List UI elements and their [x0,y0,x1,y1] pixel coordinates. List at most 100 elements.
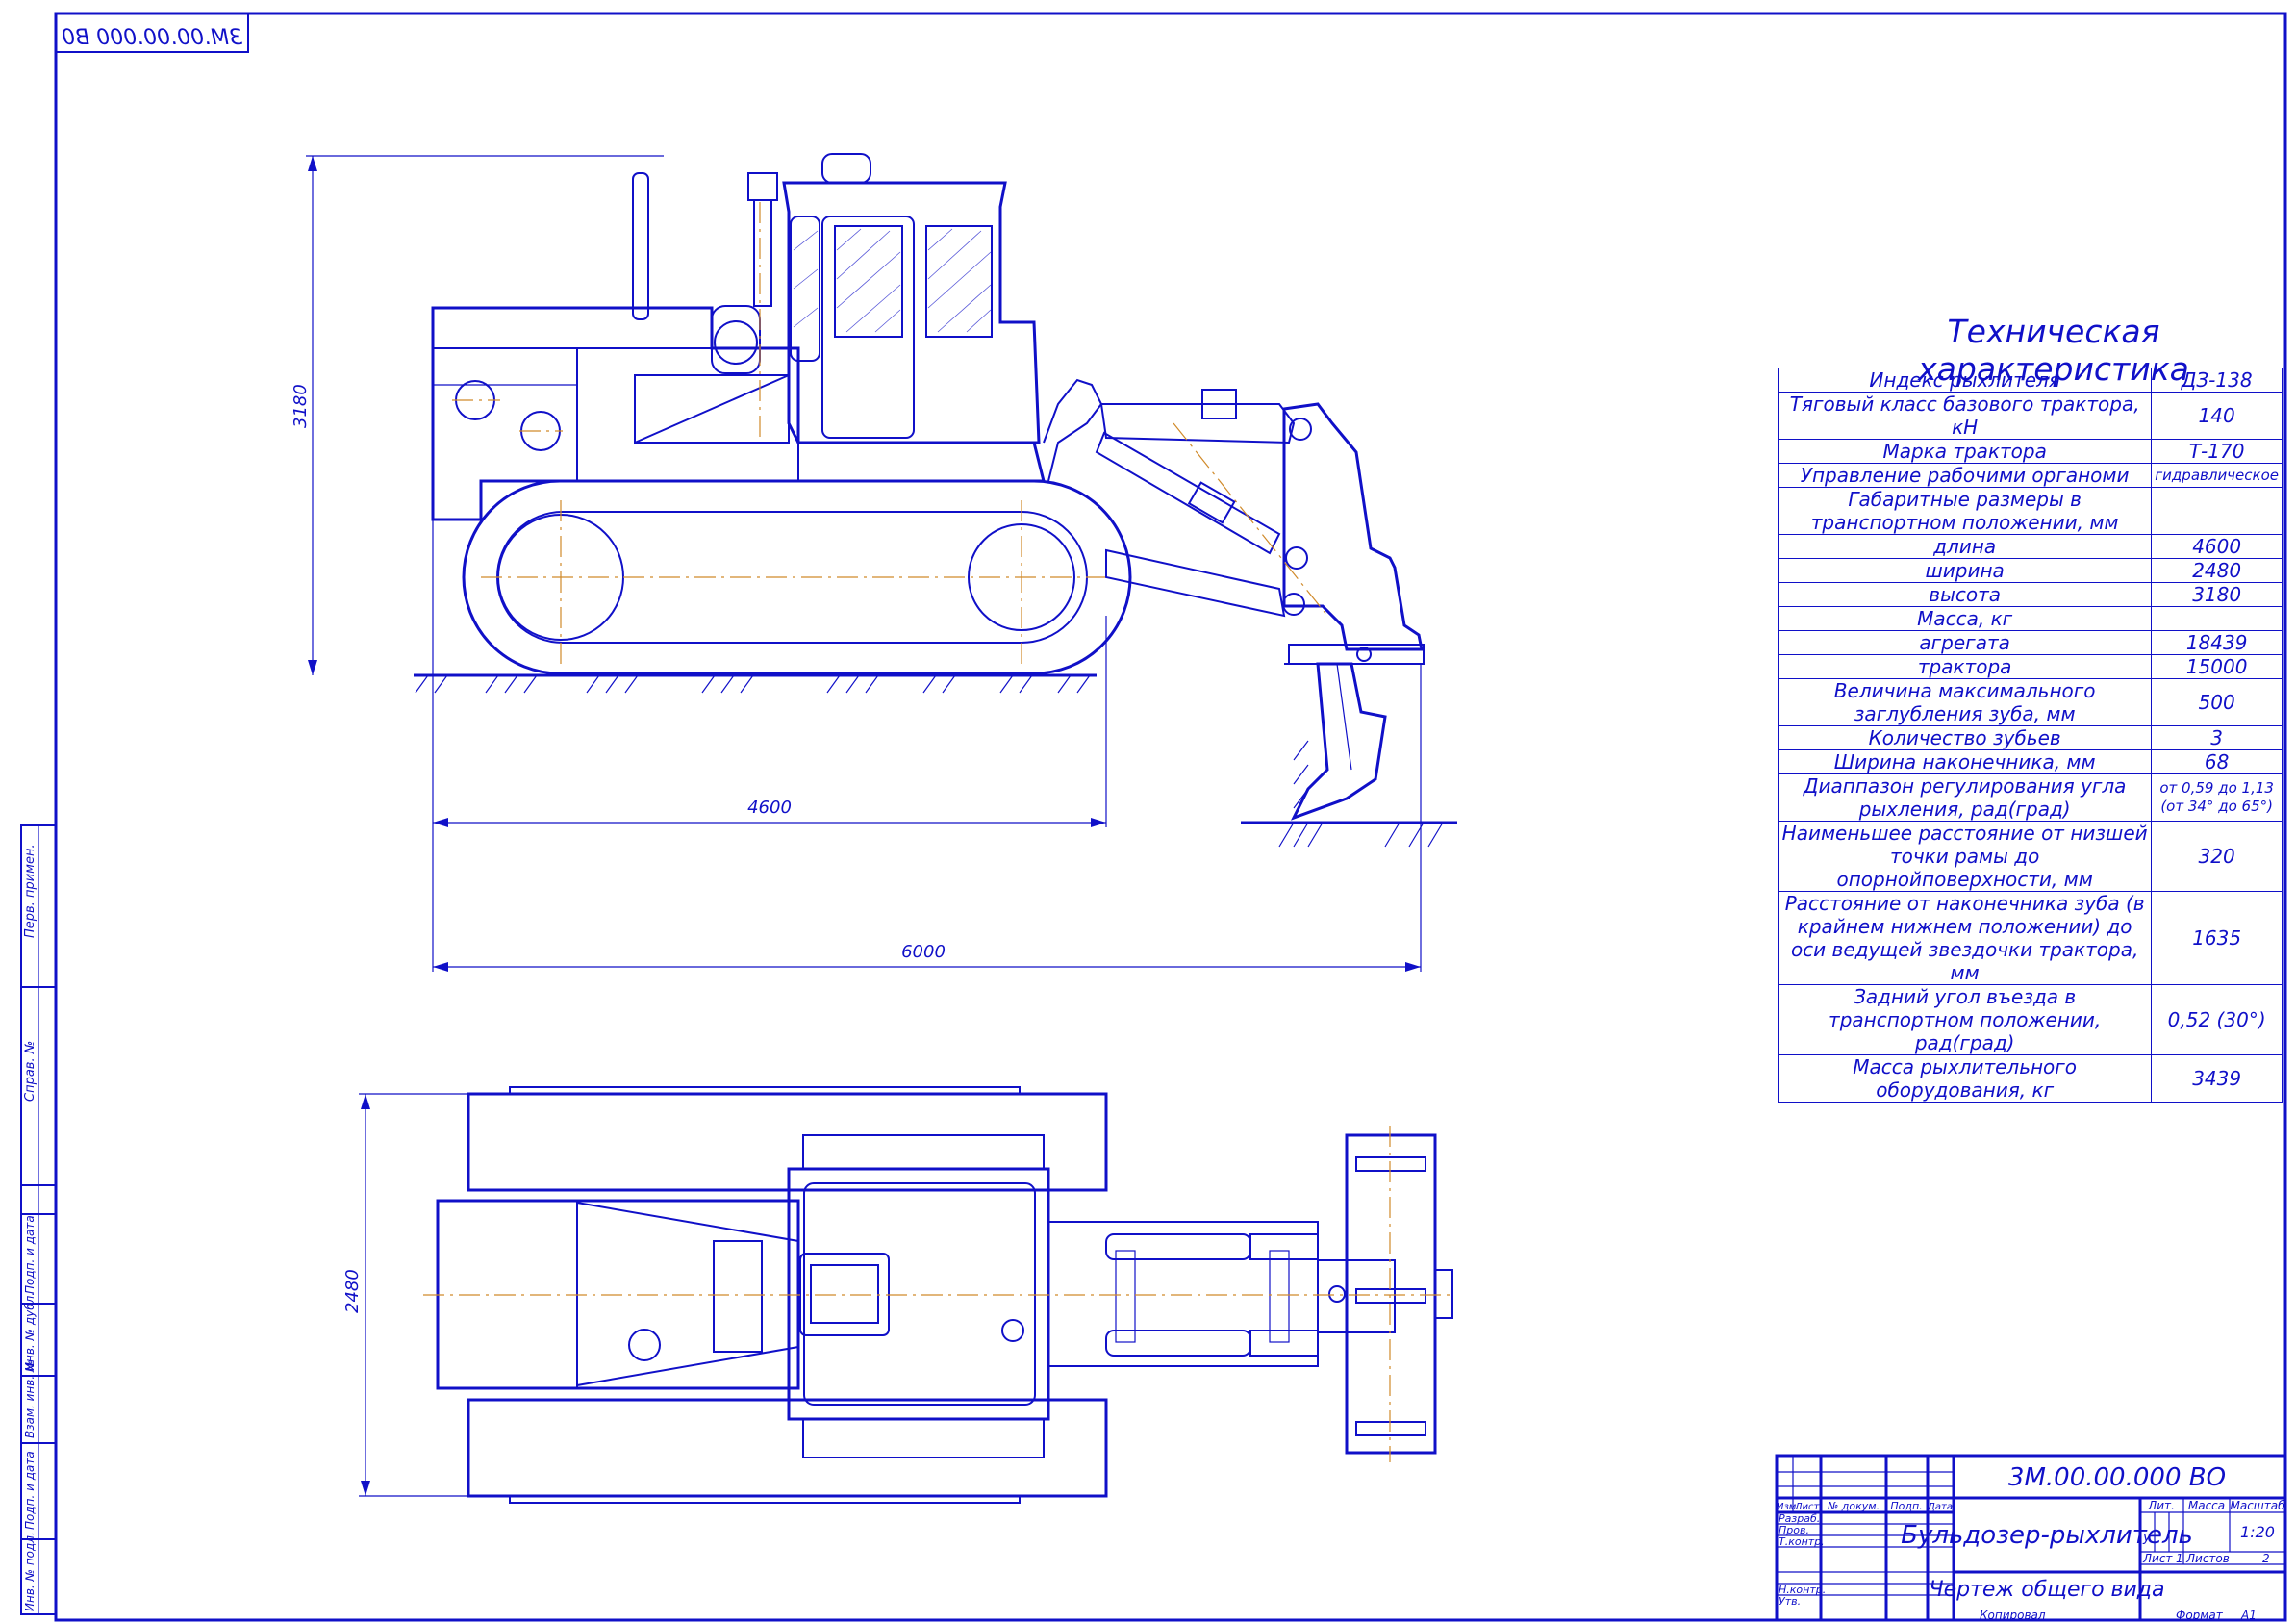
tb-sheet-label: Лист [2142,1552,2173,1565]
top-ripper-crossbar [1345,1133,1437,1455]
spec-label: Диаппазон регулирования угла рыхления, р… [1777,773,2153,822]
tb-mass-header: Масса [2188,1499,2225,1512]
spec-row: Величина максимального заглубления зуба,… [1777,678,2283,726]
tb-scale-header: Масштаб [2230,1499,2285,1512]
spec-label: Габаритные размеры в транспортном положе… [1777,487,2153,535]
spec-row: ширина 2480 [1777,558,2283,583]
spec-label: агрегата [1777,630,2153,655]
cab-door [821,216,915,439]
spec-value: 3180 [2151,582,2283,607]
spec-label: высота [1777,582,2153,607]
side-strip: Перв. примен. Справ. № Подп. и дата Инв.… [20,824,57,1615]
spec-row: Габаритные размеры в транспортном положе… [1777,487,2283,535]
spec-value: 15000 [2151,654,2283,679]
tb-format-value: А1 [2240,1609,2257,1622]
spec-value: 1635 [2151,891,2283,985]
dim-overall-label: 6000 [901,942,946,962]
side-label-podp2: Подп. и дата [23,1451,37,1530]
spec-row: длина 4600 [1777,534,2283,559]
spec-row: Тяговый класс базового трактора, кН 140 [1777,392,2283,440]
spec-label: трактора [1777,654,2153,679]
tb-sheets-value: 2 [2262,1552,2270,1565]
tb-lit-header: Лит. [2147,1499,2175,1512]
ripper-frame [1282,402,1424,651]
spec-label: Тяговый класс базового трактора, кН [1777,392,2153,440]
lower-link [1105,548,1286,618]
tb-row-utv: Утв. [1779,1595,1801,1608]
spec-value: 0,52 (30°) [2151,984,2283,1055]
tb-col-sign: Подп. [1890,1500,1922,1512]
tb-row-tkontr: Т.контр. [1779,1535,1825,1548]
spec-value: 140 [2151,392,2283,440]
side-label-podp1: Подп. и дата [23,1215,37,1294]
spec-label: Управление рабочими органоми [1777,463,2153,488]
tb-col-date: Дата [1927,1502,1953,1512]
tb-doc-code: 3М.00.00.000 ВО [2008,1463,2226,1492]
spec-value: ДЗ-138 [2151,368,2283,393]
spec-row: Масса рыхлительного оборудования, кг 3439 [1777,1054,2283,1103]
spec-label: Масса рыхлительного оборудования, кг [1777,1054,2153,1103]
spec-label: ширина [1777,558,2153,583]
spec-row: Масса, кг [1777,606,2283,631]
spec-row: агрегата 18439 [1777,630,2283,655]
spec-row: Управление рабочими органоми гидравлическ… [1777,463,2283,488]
spec-value: 3 [2151,725,2283,750]
spec-value [2151,487,2283,535]
top-cab [787,1167,1050,1421]
side-label-podl: Инв. № подл. [23,1532,37,1611]
spec-row: трактора 15000 [1777,654,2283,679]
spec-row: Задний угол въезда в транспортном положе… [1777,984,2283,1055]
spec-label: Расстояние от наконечника зуба (в крайне… [1777,891,2153,985]
spec-row: Количество зубьев 3 [1777,725,2283,750]
spec-label: Индекс рыхлителя [1777,368,2153,393]
spec-row: Марка трактора Т-170 [1777,439,2283,464]
spec-label: Наименьшее расстояние от низшей точки ра… [1777,821,2153,892]
spec-label: Количество зубьев [1777,725,2153,750]
tb-sheet-value: 1 [2176,1552,2183,1565]
title-block: Изм. Лист № докум. Подп. Дата Разраб. Пр… [1775,1454,2287,1622]
spec-value: 500 [2151,678,2283,726]
side-label-dubl: Инв. № дубл. [23,1292,37,1371]
spec-label: длина [1777,534,2153,559]
spec-label: Задний угол въезда в транспортном положе… [1777,984,2153,1055]
side-label-sprav: Справ. № [23,1041,38,1102]
dim-track-label: 4600 [747,798,792,818]
tb-copied: Копировал [1980,1609,2046,1622]
spec-value [2151,606,2283,631]
spec-value: 68 [2151,749,2283,774]
ripper-tooth [1290,662,1387,821]
side-label-perv: Перв. примен. [23,844,38,938]
spec-value: 320 [2151,821,2283,892]
spec-label: Марка трактора [1777,439,2153,464]
tb-col-list: Лист [1794,1502,1821,1512]
exhaust-pipe [632,172,649,320]
side-label-vzam: Взам. инв. № [23,1360,37,1438]
spec-value: 2480 [2151,558,2283,583]
spec-row: Индекс рыхлителя ДЗ-138 [1777,368,2283,393]
dim-width-label: 2480 [342,1269,363,1313]
upper-cylinder [1099,403,1296,444]
spec-value: Т-170 [2151,439,2283,464]
dim-height-label: 3180 [290,384,311,428]
spec-label: Ширина наконечника, мм [1777,749,2153,774]
spec-value: гидравлическое [2151,463,2283,488]
spec-row: Наименьшее расстояние от низшей точки ра… [1777,821,2283,892]
spec-value: 18439 [2151,630,2283,655]
spec-row: Диаппазон регулирования угла рыхления, р… [1777,773,2283,822]
spec-value: 4600 [2151,534,2283,559]
spec-label: Масса, кг [1777,606,2153,631]
spec-label: Величина максимального заглубления зуба,… [1777,678,2153,726]
tb-col-docnum: № докум. [1827,1500,1880,1512]
tb-lit-value: у [2142,1530,2152,1545]
spec-value: от 0,59 до 1,13 (от 34° до 65°) [2151,773,2283,822]
top-ripper-beams [1047,1221,1319,1367]
side-view: 3180 4600 6000 [290,153,1457,972]
spec-table: Индекс рыхлителя ДЗ-138 Тяговый класс баз… [1777,368,2283,1103]
top-view: 2480 [342,1086,1453,1504]
spec-value: 3439 [2151,1054,2283,1103]
stamp-code: 3M.00.00.000 B0 [62,26,242,50]
spec-row: Ширина наконечника, мм 68 [1777,749,2283,774]
spec-row: Расстояние от наконечника зуба (в крайне… [1777,891,2283,985]
tb-format-label: Формат [2176,1609,2224,1622]
spec-row: высота 3180 [1777,582,2283,607]
